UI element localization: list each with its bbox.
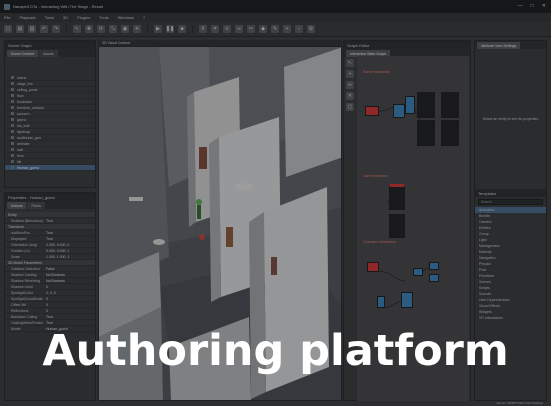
overlay-caption: Authoring platform — [42, 326, 509, 376]
app-window: Narapix3 DTo - Interacting With The Stag… — [0, 0, 551, 406]
